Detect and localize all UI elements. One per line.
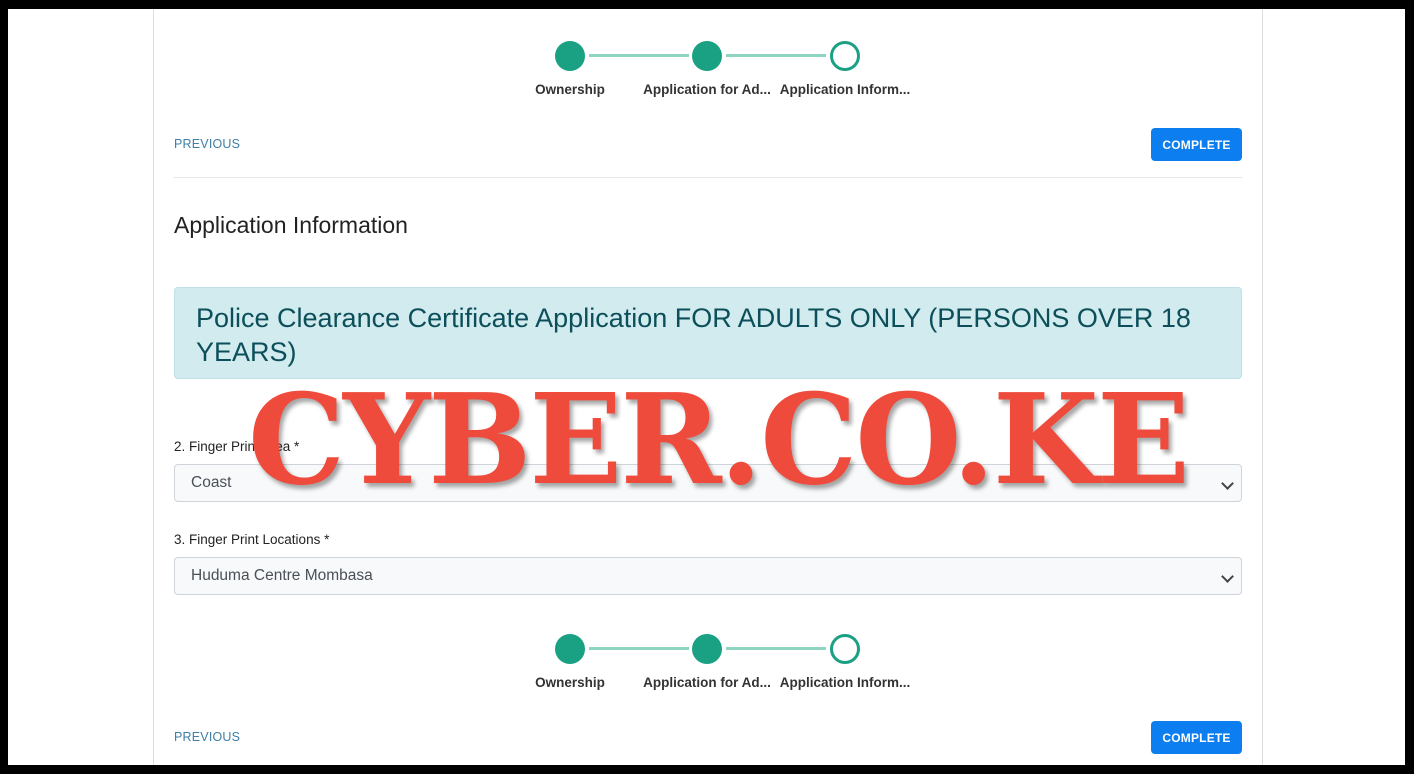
complete-button[interactable]: COMPLETE — [1151, 721, 1242, 754]
step-1-dot-icon[interactable] — [555, 41, 585, 71]
complete-button[interactable]: COMPLETE — [1151, 128, 1242, 161]
step-1-dot-icon[interactable] — [555, 634, 585, 664]
previous-button[interactable]: PREVIOUS — [174, 730, 240, 744]
top-stepper: Ownership Application for Ad... Applicat… — [174, 41, 1242, 111]
step-2-label[interactable]: Application for Ad... — [637, 82, 777, 97]
top-nav-row: PREVIOUS COMPLETE — [174, 128, 1242, 162]
finger-print-area-select[interactable]: Coast — [174, 464, 1242, 502]
divider — [174, 177, 1242, 178]
step-1-label[interactable]: Ownership — [520, 82, 620, 97]
finger-print-locations-select[interactable]: Huduma Centre Mombasa — [174, 557, 1242, 595]
step-3-label[interactable]: Application Inform... — [775, 675, 915, 690]
section-title: Application Information — [174, 212, 408, 238]
form-card: Ownership Application for Ad... Applicat… — [153, 9, 1263, 765]
step-3-label[interactable]: Application Inform... — [775, 82, 915, 97]
step-connector — [589, 54, 689, 57]
bottom-stepper: Ownership Application for Ad... Applicat… — [174, 634, 1242, 704]
step-1-label[interactable]: Ownership — [520, 675, 620, 690]
step-3-dot-icon[interactable] — [830, 41, 860, 71]
step-connector — [726, 54, 826, 57]
finger-print-area-value: Coast — [191, 474, 232, 491]
finger-print-locations-value: Huduma Centre Mombasa — [191, 567, 373, 584]
finger-print-area-label: 2. Finger Print Area * — [174, 439, 300, 454]
chevron-down-icon — [1221, 570, 1234, 583]
step-connector — [589, 647, 689, 650]
screenshot-frame: Ownership Application for Ad... Applicat… — [8, 9, 1405, 765]
finger-print-locations-label: 3. Finger Print Locations * — [174, 532, 330, 547]
step-connector — [726, 647, 826, 650]
chevron-down-icon — [1221, 477, 1234, 490]
bottom-nav-row: PREVIOUS COMPLETE — [174, 721, 1242, 755]
step-2-dot-icon[interactable] — [692, 41, 722, 71]
step-2-label[interactable]: Application for Ad... — [637, 675, 777, 690]
previous-button[interactable]: PREVIOUS — [174, 137, 240, 151]
info-alert: Police Clearance Certificate Application… — [174, 287, 1242, 379]
step-3-dot-icon[interactable] — [830, 634, 860, 664]
step-2-dot-icon[interactable] — [692, 634, 722, 664]
